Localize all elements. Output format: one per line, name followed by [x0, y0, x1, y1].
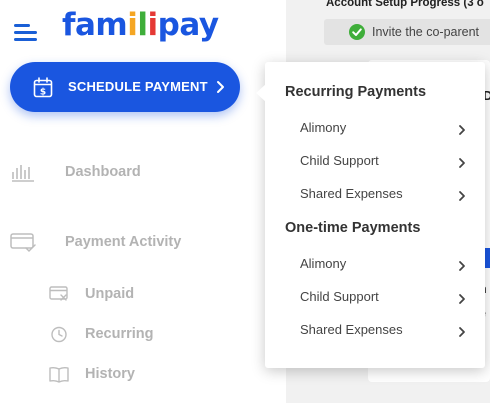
- chevron-right-icon: [458, 292, 466, 304]
- sub-nav-recurring[interactable]: Recurring: [40, 321, 240, 347]
- invite-coparent-step[interactable]: Invite the co-parent: [324, 19, 490, 45]
- svg-text:$: $: [40, 88, 46, 98]
- sub-nav-history[interactable]: History: [40, 361, 240, 387]
- card-accent-fragment: [485, 248, 490, 268]
- calendar-dollar-icon: $: [33, 77, 53, 98]
- logo-letter: i: [147, 7, 159, 43]
- menu-item-recurring-shared-expenses[interactable]: Shared Expenses: [265, 179, 485, 209]
- card-footer-gap: [368, 382, 490, 403]
- logo-letter: a: [75, 7, 96, 43]
- nav-dashboard-label: Dashboard: [65, 164, 141, 180]
- chevron-right-icon: [458, 123, 466, 135]
- nav-dashboard[interactable]: Dashboard: [0, 157, 260, 187]
- menu-item-label: Child Support: [300, 153, 379, 168]
- logo-letter: f: [62, 7, 76, 43]
- section-one-time-payments: One-time Payments: [285, 220, 421, 236]
- section-recurring-payments: Recurring Payments: [285, 84, 427, 100]
- invite-step-label: Invite the co-parent: [372, 25, 480, 39]
- logo-letter: i: [127, 7, 138, 43]
- chevron-right-icon: [216, 79, 226, 95]
- sub-nav-history-label: History: [85, 366, 135, 382]
- check-circle-icon: [349, 24, 365, 40]
- schedule-payment-label: SCHEDULE PAYMENT: [68, 79, 208, 94]
- dropdown-caret: [256, 84, 266, 102]
- menu-item-label: Shared Expenses: [300, 322, 403, 337]
- logo-letter: a: [179, 7, 199, 43]
- nav-payment-activity-label: Payment Activity: [65, 234, 182, 250]
- logo-letter: p: [157, 7, 180, 43]
- hamburger-menu-icon[interactable]: [14, 22, 38, 42]
- menu-item-recurring-alimony[interactable]: Alimony: [265, 113, 485, 143]
- chevron-right-icon: [458, 189, 466, 201]
- menu-item-label: Shared Expenses: [300, 186, 403, 201]
- schedule-payment-button[interactable]: $ SCHEDULE PAYMENT: [10, 62, 240, 112]
- card-x-icon: [49, 286, 69, 303]
- nav-payment-activity[interactable]: Payment Activity: [0, 227, 260, 257]
- sub-nav-unpaid-label: Unpaid: [85, 286, 135, 302]
- menu-item-label: Child Support: [300, 289, 379, 304]
- logo-letter: m: [95, 7, 128, 43]
- menu-item-label: Alimony: [300, 120, 347, 135]
- card-check-icon: [10, 231, 36, 253]
- familipay-logo[interactable]: familipay: [62, 5, 219, 45]
- sidebar: familipay $ SCHEDULE PAYMENT Dashboard P…: [0, 0, 286, 403]
- menu-item-onetime-alimony[interactable]: Alimony: [265, 249, 485, 279]
- chevron-right-icon: [458, 259, 466, 271]
- menu-item-recurring-child-support[interactable]: Child Support: [265, 146, 485, 176]
- menu-item-onetime-shared-expenses[interactable]: Shared Expenses: [265, 315, 485, 345]
- clock-icon: [49, 326, 69, 343]
- setup-progress-title: Account Setup Progress (3 o: [326, 0, 484, 9]
- bar-chart-icon: [10, 161, 36, 183]
- chevron-right-icon: [458, 156, 466, 168]
- book-icon: [49, 366, 69, 383]
- menu-item-onetime-child-support[interactable]: Child Support: [265, 282, 485, 312]
- schedule-payment-dropdown: Recurring Payments Alimony Child Support…: [256, 62, 485, 368]
- sub-nav-recurring-label: Recurring: [85, 326, 154, 342]
- chevron-right-icon: [458, 325, 466, 337]
- sub-nav-unpaid[interactable]: Unpaid: [40, 281, 240, 307]
- logo-letter: y: [198, 7, 219, 43]
- menu-item-label: Alimony: [300, 256, 347, 271]
- logo-letter: l: [137, 7, 148, 43]
